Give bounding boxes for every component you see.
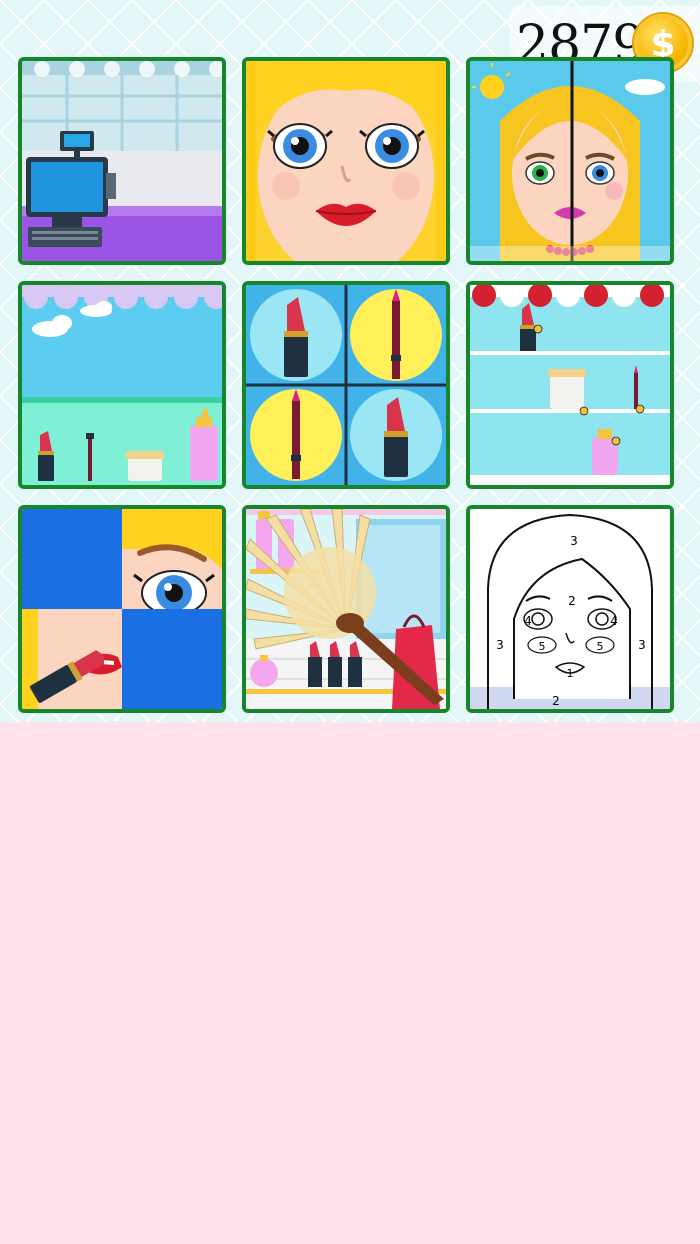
coloring-number-6: 3 bbox=[638, 638, 646, 652]
level-tile-color-by-number[interactable]: 3 2 4 4 3 3 5 5 1 2 bbox=[466, 505, 674, 713]
level-tile-match-pairs[interactable] bbox=[242, 281, 450, 489]
coloring-number-7: 5 bbox=[539, 640, 546, 653]
level-tile-shop-shelf[interactable] bbox=[18, 281, 226, 489]
split-face-icon bbox=[470, 61, 670, 261]
cosmetics-shelf-icon bbox=[22, 285, 222, 485]
coloring-number-10: 2 bbox=[552, 694, 560, 708]
store-shelves-icon bbox=[470, 285, 670, 485]
coloring-number-1: 3 bbox=[570, 534, 578, 548]
level-tile-face-makeup[interactable] bbox=[242, 57, 450, 265]
lipstick-puzzle-icon bbox=[22, 509, 222, 709]
level-tile-cleaning[interactable] bbox=[242, 505, 450, 713]
coloring-number-2: 2 bbox=[568, 594, 576, 608]
cash-register-icon bbox=[22, 61, 222, 261]
level-tile-cashier[interactable] bbox=[18, 57, 226, 265]
girl-face-icon bbox=[246, 61, 446, 261]
coloring-number-3: 4 bbox=[524, 614, 532, 628]
lipstick-pencil-grid-icon bbox=[246, 285, 446, 485]
coloring-number-9: 1 bbox=[567, 667, 574, 680]
coloring-page-icon: 3 2 4 4 3 3 5 5 1 2 bbox=[470, 509, 670, 709]
level-tile-puzzle[interactable] bbox=[18, 505, 226, 713]
level-tile-half-makeover[interactable] bbox=[466, 57, 674, 265]
feather-duster-icon bbox=[246, 509, 446, 709]
level-tile-store-shelves[interactable] bbox=[466, 281, 674, 489]
coloring-number-5: 3 bbox=[496, 638, 504, 652]
bottom-pink-area bbox=[0, 722, 700, 1244]
coloring-number-4: 4 bbox=[610, 614, 618, 628]
coloring-number-8: 5 bbox=[597, 640, 604, 653]
